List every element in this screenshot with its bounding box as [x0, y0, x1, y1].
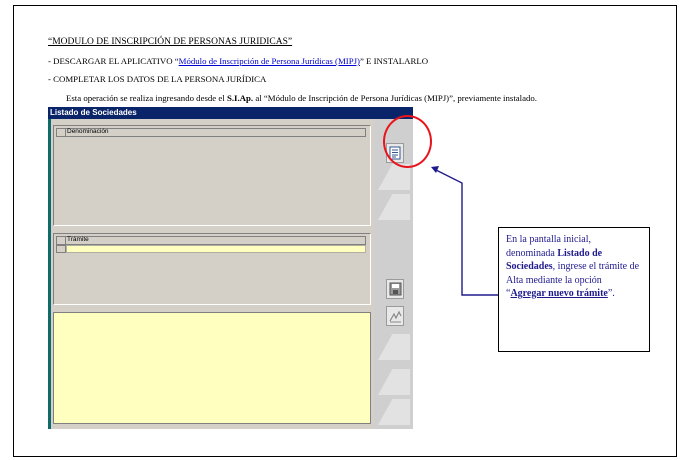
annotation-callout: En la pantalla inicial, denominada Lista…: [498, 227, 650, 352]
callout-text-3: ”.: [607, 288, 615, 299]
callout-option-link: Agregar nuevo trámite: [510, 288, 608, 299]
